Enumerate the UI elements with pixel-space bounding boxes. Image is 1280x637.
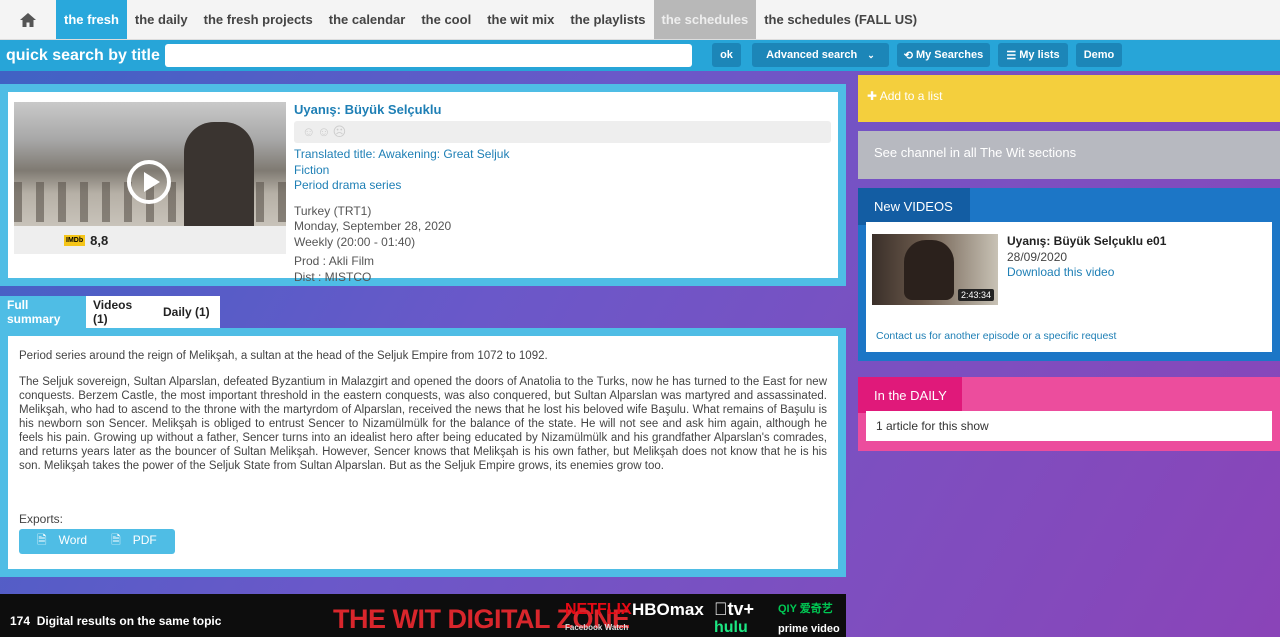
daily-article-link[interactable]: 1 article for this show [866,411,1272,441]
netflix-logo: NETFLIX [565,601,632,618]
add-to-list-button[interactable]: ✚ Add to a list [858,75,1280,122]
show-card: IMDb 8,8 Uyanış: Büyük Selçuklu ☺☺☹ Tran… [0,84,846,286]
download-video-link[interactable]: Download this video [1007,265,1114,279]
summary-card-inner: Period series around the reign of Melikş… [8,336,838,569]
my-searches-button[interactable]: ⟲ My Searches [897,43,990,67]
show-subgenre[interactable]: Period drama series [294,178,831,194]
contact-request-link[interactable]: Contact us for another episode or a spec… [876,330,1116,342]
rating-smileys[interactable]: ☺☺☹ [294,121,831,143]
apple-icon:  [714,599,728,619]
in-the-daily-header: In the DAILY [858,377,962,413]
smiley-neutral-icon[interactable]: ☺ [317,124,332,139]
top-nav: the fresh the daily the fresh projects t… [0,0,1280,40]
search-input[interactable] [165,44,692,67]
nav-item-the-wit-mix[interactable]: the wit mix [479,0,562,39]
hbomax-logo: HBOmax [632,600,704,619]
my-lists-label: My lists [1019,49,1060,61]
exports-label: Exports: [19,512,64,526]
list-icon: ☰ [1006,49,1017,62]
see-channel-button[interactable]: See channel in all The Wit sections [858,131,1280,179]
show-prod: Prod : Akli Film [294,254,375,268]
nav-item-the-daily[interactable]: the daily [127,0,196,39]
nav-item-the-fresh-projects[interactable]: the fresh projects [196,0,321,39]
nav-item-the-cool[interactable]: the cool [413,0,479,39]
nav-item-the-playlists[interactable]: the playlists [562,0,653,39]
summary-paragraph-1: Period series around the reign of Melikş… [19,350,548,362]
tab-videos[interactable]: Videos (1) [86,296,156,328]
show-genre[interactable]: Fiction [294,163,831,179]
new-videos-panel: New VIDEOS 2:43:34 Uyanış: Büyük Selçukl… [858,188,1280,361]
new-videos-body: 2:43:34 Uyanış: Büyük Selçuklu e01 28/09… [866,222,1272,352]
imdb-rating: IMDb 8,8 [14,226,286,254]
home-button[interactable] [0,0,56,39]
home-icon [20,12,36,27]
show-thumbnail[interactable]: IMDb 8,8 [14,102,286,254]
tab-daily[interactable]: Daily (1) [156,296,220,328]
history-icon: ⟲ [903,49,913,62]
translated-title: Translated title: Awakening: Great Selju… [294,147,510,161]
plus-icon: ✚ [867,89,878,103]
add-to-list-label: Add to a list [879,89,943,103]
show-date: Monday, September 28, 2020 [294,219,452,233]
video-thumbnail-figure [904,240,954,300]
export-word-button[interactable]: 🗎 Word [31,531,93,552]
advanced-search-label: Advanced search [766,49,858,61]
summary-text: Period series around the reign of Melikş… [19,349,827,473]
in-the-daily-panel: In the DAILY 1 article for this show [858,377,1280,451]
imdb-logo: IMDb [64,234,86,246]
show-info: Uyanış: Büyük Selçuklu ☺☺☹ Translated ti… [294,102,831,285]
prime-video-logo: prime video [778,623,840,635]
my-lists-button[interactable]: ☰ My lists [998,43,1068,67]
export-pdf-button[interactable]: 🗎 PDF [105,531,163,552]
new-videos-header: New VIDEOS [858,188,970,225]
facebook-watch-logo: Facebook Watch [565,623,629,632]
chevron-down-icon: ⌄ [867,49,875,60]
appletv-logo: tv+ [714,599,754,619]
hulu-logo: hulu [714,619,748,636]
advanced-search-button[interactable]: Advanced search ⌄ [752,43,889,67]
video-duration: 2:43:34 [957,289,994,301]
nav-item-the-schedules[interactable]: the schedules [653,0,757,39]
smiley-happy-icon[interactable]: ☺ [302,124,317,139]
search-bar: quick search by title ok Advanced search… [0,40,1280,71]
summary-tabs: Full summary Videos (1) Daily (1) [0,296,220,328]
play-icon[interactable] [127,160,171,204]
file-word-icon: 🗎 [37,533,47,547]
demo-button[interactable]: Demo [1076,43,1122,67]
nav-item-the-calendar[interactable]: the calendar [321,0,414,39]
digital-zone-banner[interactable]: 174 Digital results on the same topic TH… [0,594,846,637]
search-label: quick search by title [6,46,160,64]
digital-results-count: 174 Digital results on the same topic [10,614,222,628]
file-pdf-icon: 🗎 [111,533,121,547]
nav-item-the-fresh[interactable]: the fresh [56,0,127,39]
export-buttons: 🗎 Word 🗎 PDF [19,529,175,554]
video-title[interactable]: Uyanış: Büyük Selçuklu e01 [1007,234,1166,248]
show-card-inner: IMDb 8,8 Uyanış: Büyük Selçuklu ☺☺☹ Tran… [8,92,838,284]
video-date: 28/09/2020 [1007,250,1068,264]
my-searches-label: My Searches [915,49,984,61]
nav-item-the-schedules-fall-us[interactable]: the schedules (FALL US) [756,0,925,39]
thumbnail-figure [184,122,254,232]
tab-full-summary[interactable]: Full summary [0,296,86,328]
search-ok-button[interactable]: ok [712,43,741,67]
show-title[interactable]: Uyanış: Büyük Selçuklu [294,102,831,117]
imdb-score: 8,8 [90,232,109,248]
iqiyi-logo: QIY 爱奇艺 [778,603,833,615]
show-dist: Dist : MISTCO [294,269,372,284]
show-channel: Turkey (TRT1) [294,203,372,218]
smiley-sad-icon[interactable]: ☹ [333,124,349,139]
summary-paragraph-2: The Seljuk sovereign, Sultan Alparslan, … [19,376,827,472]
video-thumbnail[interactable]: 2:43:34 [872,234,998,305]
summary-card: Period series around the reign of Melikş… [0,328,846,577]
show-schedule: Weekly (20:00 - 01:40) [294,234,416,249]
